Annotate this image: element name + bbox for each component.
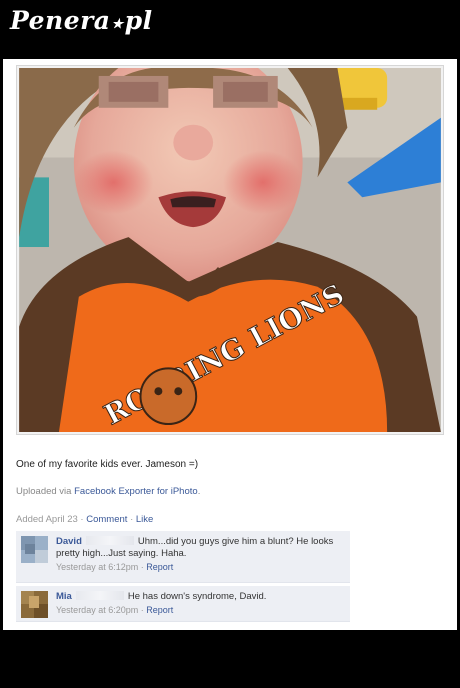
upload-prefix: Uploaded via bbox=[16, 486, 75, 497]
comment-text: He has down's syndrome, David. bbox=[127, 591, 267, 602]
avatar[interactable] bbox=[21, 536, 48, 563]
comment-meta: Yesterday at 6:20pm · Report bbox=[56, 604, 344, 616]
separator: · bbox=[127, 514, 136, 525]
page-frame: Penera★pl ROARING LIONS One of my favori… bbox=[0, 0, 460, 688]
report-link[interactable]: Report bbox=[146, 605, 173, 615]
logo-star-icon: ★ bbox=[111, 17, 124, 32]
comment-item: Mia He has down's syndrome, David. Yester… bbox=[16, 586, 350, 622]
added-date: Added April 23 bbox=[16, 514, 78, 525]
post-actions: Added April 23 · Comment · Like bbox=[16, 514, 153, 525]
comment-body: Mia He has down's syndrome, David. Yester… bbox=[56, 591, 344, 616]
redacted-surname bbox=[85, 536, 134, 545]
post-photo[interactable]: ROARING LIONS bbox=[16, 65, 444, 435]
post-caption: One of my favorite kids ever. Jameson =) bbox=[16, 459, 199, 470]
comment-time: Yesterday at 6:20pm bbox=[56, 605, 139, 615]
comment-link[interactable]: Comment bbox=[86, 514, 127, 525]
commenter-name[interactable]: David bbox=[56, 536, 82, 547]
comment-time: Yesterday at 6:12pm bbox=[56, 562, 139, 572]
redacted-surname bbox=[75, 591, 124, 600]
site-logo[interactable]: Penera★pl bbox=[10, 6, 153, 35]
separator: · bbox=[77, 514, 87, 525]
logo-tld: pl bbox=[124, 6, 153, 35]
comment-item: David Uhm...did you guys give him a blunt… bbox=[16, 531, 350, 583]
comment-meta: Yesterday at 6:12pm · Report bbox=[56, 561, 344, 573]
child-photo-image: ROARING LIONS bbox=[19, 68, 441, 432]
commenter-name[interactable]: Mia bbox=[56, 591, 72, 602]
comment-body: David Uhm...did you guys give him a blunt… bbox=[56, 536, 344, 573]
facebook-post-panel: ROARING LIONS One of my favorite kids ev… bbox=[3, 59, 457, 630]
avatar[interactable] bbox=[21, 591, 48, 618]
upload-suffix: . bbox=[197, 486, 201, 497]
report-link[interactable]: Report bbox=[146, 562, 173, 572]
logo-main: Penera bbox=[10, 6, 111, 35]
upload-app-link[interactable]: Facebook Exporter for iPhoto bbox=[74, 486, 198, 497]
upload-source: Uploaded via Facebook Exporter for iPhot… bbox=[16, 486, 200, 497]
like-link[interactable]: Like bbox=[136, 514, 153, 525]
